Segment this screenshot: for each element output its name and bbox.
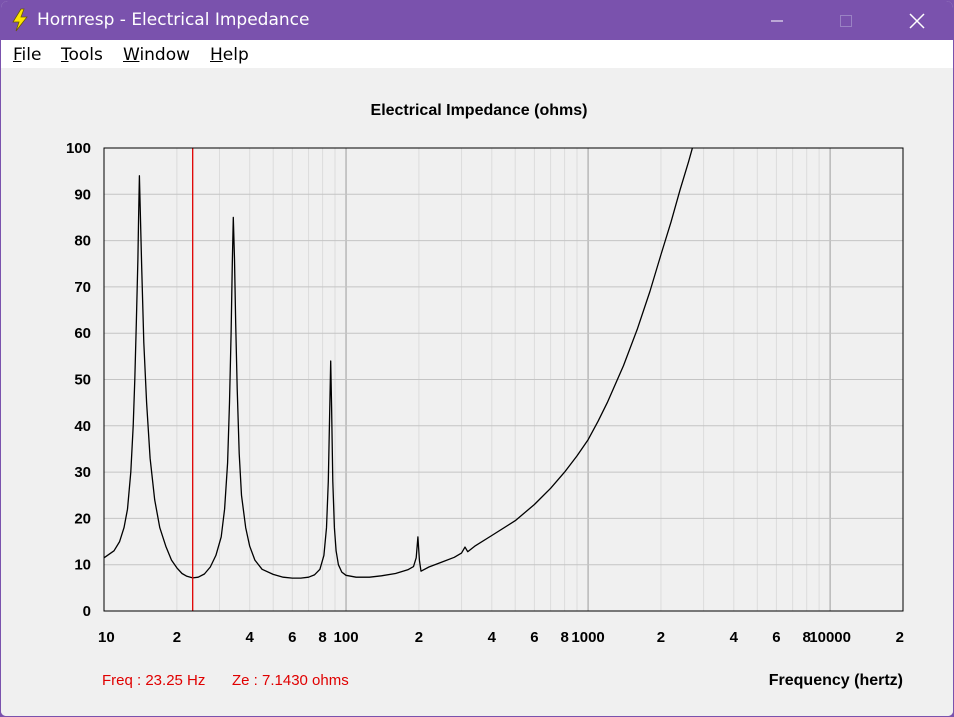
- maximize-icon: [840, 14, 852, 27]
- x-tick-label: 100: [334, 629, 359, 646]
- title-bar[interactable]: Hornresp - Electrical Impedance: [1, 1, 953, 40]
- y-tick-label: 30: [74, 464, 91, 481]
- x-tick-label: 2: [415, 629, 423, 646]
- x-tick-label: 8: [318, 629, 326, 646]
- x-tick-label: 8: [560, 629, 568, 646]
- y-tick-label: 60: [74, 325, 91, 342]
- y-tick-label: 70: [74, 279, 91, 296]
- y-tick-label: 10: [74, 557, 91, 574]
- minimize-button[interactable]: [754, 1, 800, 40]
- lightning-bolt-icon: [12, 8, 28, 32]
- x-tick-label: 4: [246, 629, 255, 646]
- close-icon: [909, 12, 925, 29]
- frequency-readout: Freq : 23.25 Hz: [102, 672, 205, 689]
- impedance-readout: Ze : 7.1430 ohms: [232, 672, 349, 689]
- app-window: Hornresp - Electrical Impedance File Too…: [0, 0, 954, 717]
- impedance-chart[interactable]: Electrical Impedance (ohms) 0 10 20 30 40 50 6…: [1, 68, 953, 716]
- maximize-button[interactable]: [823, 1, 869, 40]
- x-axis-label: Frequency (hertz): [769, 672, 903, 689]
- window-title: Hornresp - Electrical Impedance: [37, 10, 310, 30]
- close-button[interactable]: [894, 1, 940, 40]
- y-tick-label: 80: [74, 233, 91, 250]
- x-tick-label: 2: [896, 629, 904, 646]
- x-tick-label: 4: [730, 629, 739, 646]
- x-tick-label: 6: [772, 629, 780, 646]
- x-tick-label: 6: [288, 629, 296, 646]
- y-tick-label: 100: [66, 140, 91, 157]
- impedance-chart-area[interactable]: Electrical Impedance (ohms) 0 10 20 30 40 50 6…: [1, 68, 953, 716]
- menu-help[interactable]: Help: [210, 45, 249, 65]
- x-tick-label: 6: [530, 629, 538, 646]
- menu-window[interactable]: Window: [123, 45, 190, 65]
- menu-tools[interactable]: Tools: [61, 45, 103, 65]
- y-axis-ticks: 0 10 20 30 40 50 60 70 80 90 100: [66, 140, 91, 620]
- menu-bar: File Tools Window Help: [1, 40, 953, 68]
- x-tick-label: 10: [98, 629, 115, 646]
- x-tick-label: 2: [657, 629, 665, 646]
- x-tick-label: 4: [488, 629, 497, 646]
- grid: [104, 148, 903, 611]
- x-tick-label: 1000: [571, 629, 604, 646]
- minimize-icon: [771, 20, 783, 21]
- x-tick-label: 10000: [809, 629, 851, 646]
- y-tick-label: 50: [74, 372, 91, 389]
- menu-file[interactable]: File: [13, 45, 41, 65]
- y-tick-label: 0: [83, 603, 91, 620]
- chart-title: Electrical Impedance (ohms): [371, 102, 588, 119]
- y-tick-label: 20: [74, 510, 91, 527]
- x-axis-ticks: 10 2 4 6 8 100 2 4 6 8 1000 2 4 6 810000 2: [98, 629, 904, 646]
- y-tick-label: 90: [74, 186, 91, 203]
- x-tick-label: 2: [173, 629, 181, 646]
- y-tick-label: 40: [74, 418, 91, 435]
